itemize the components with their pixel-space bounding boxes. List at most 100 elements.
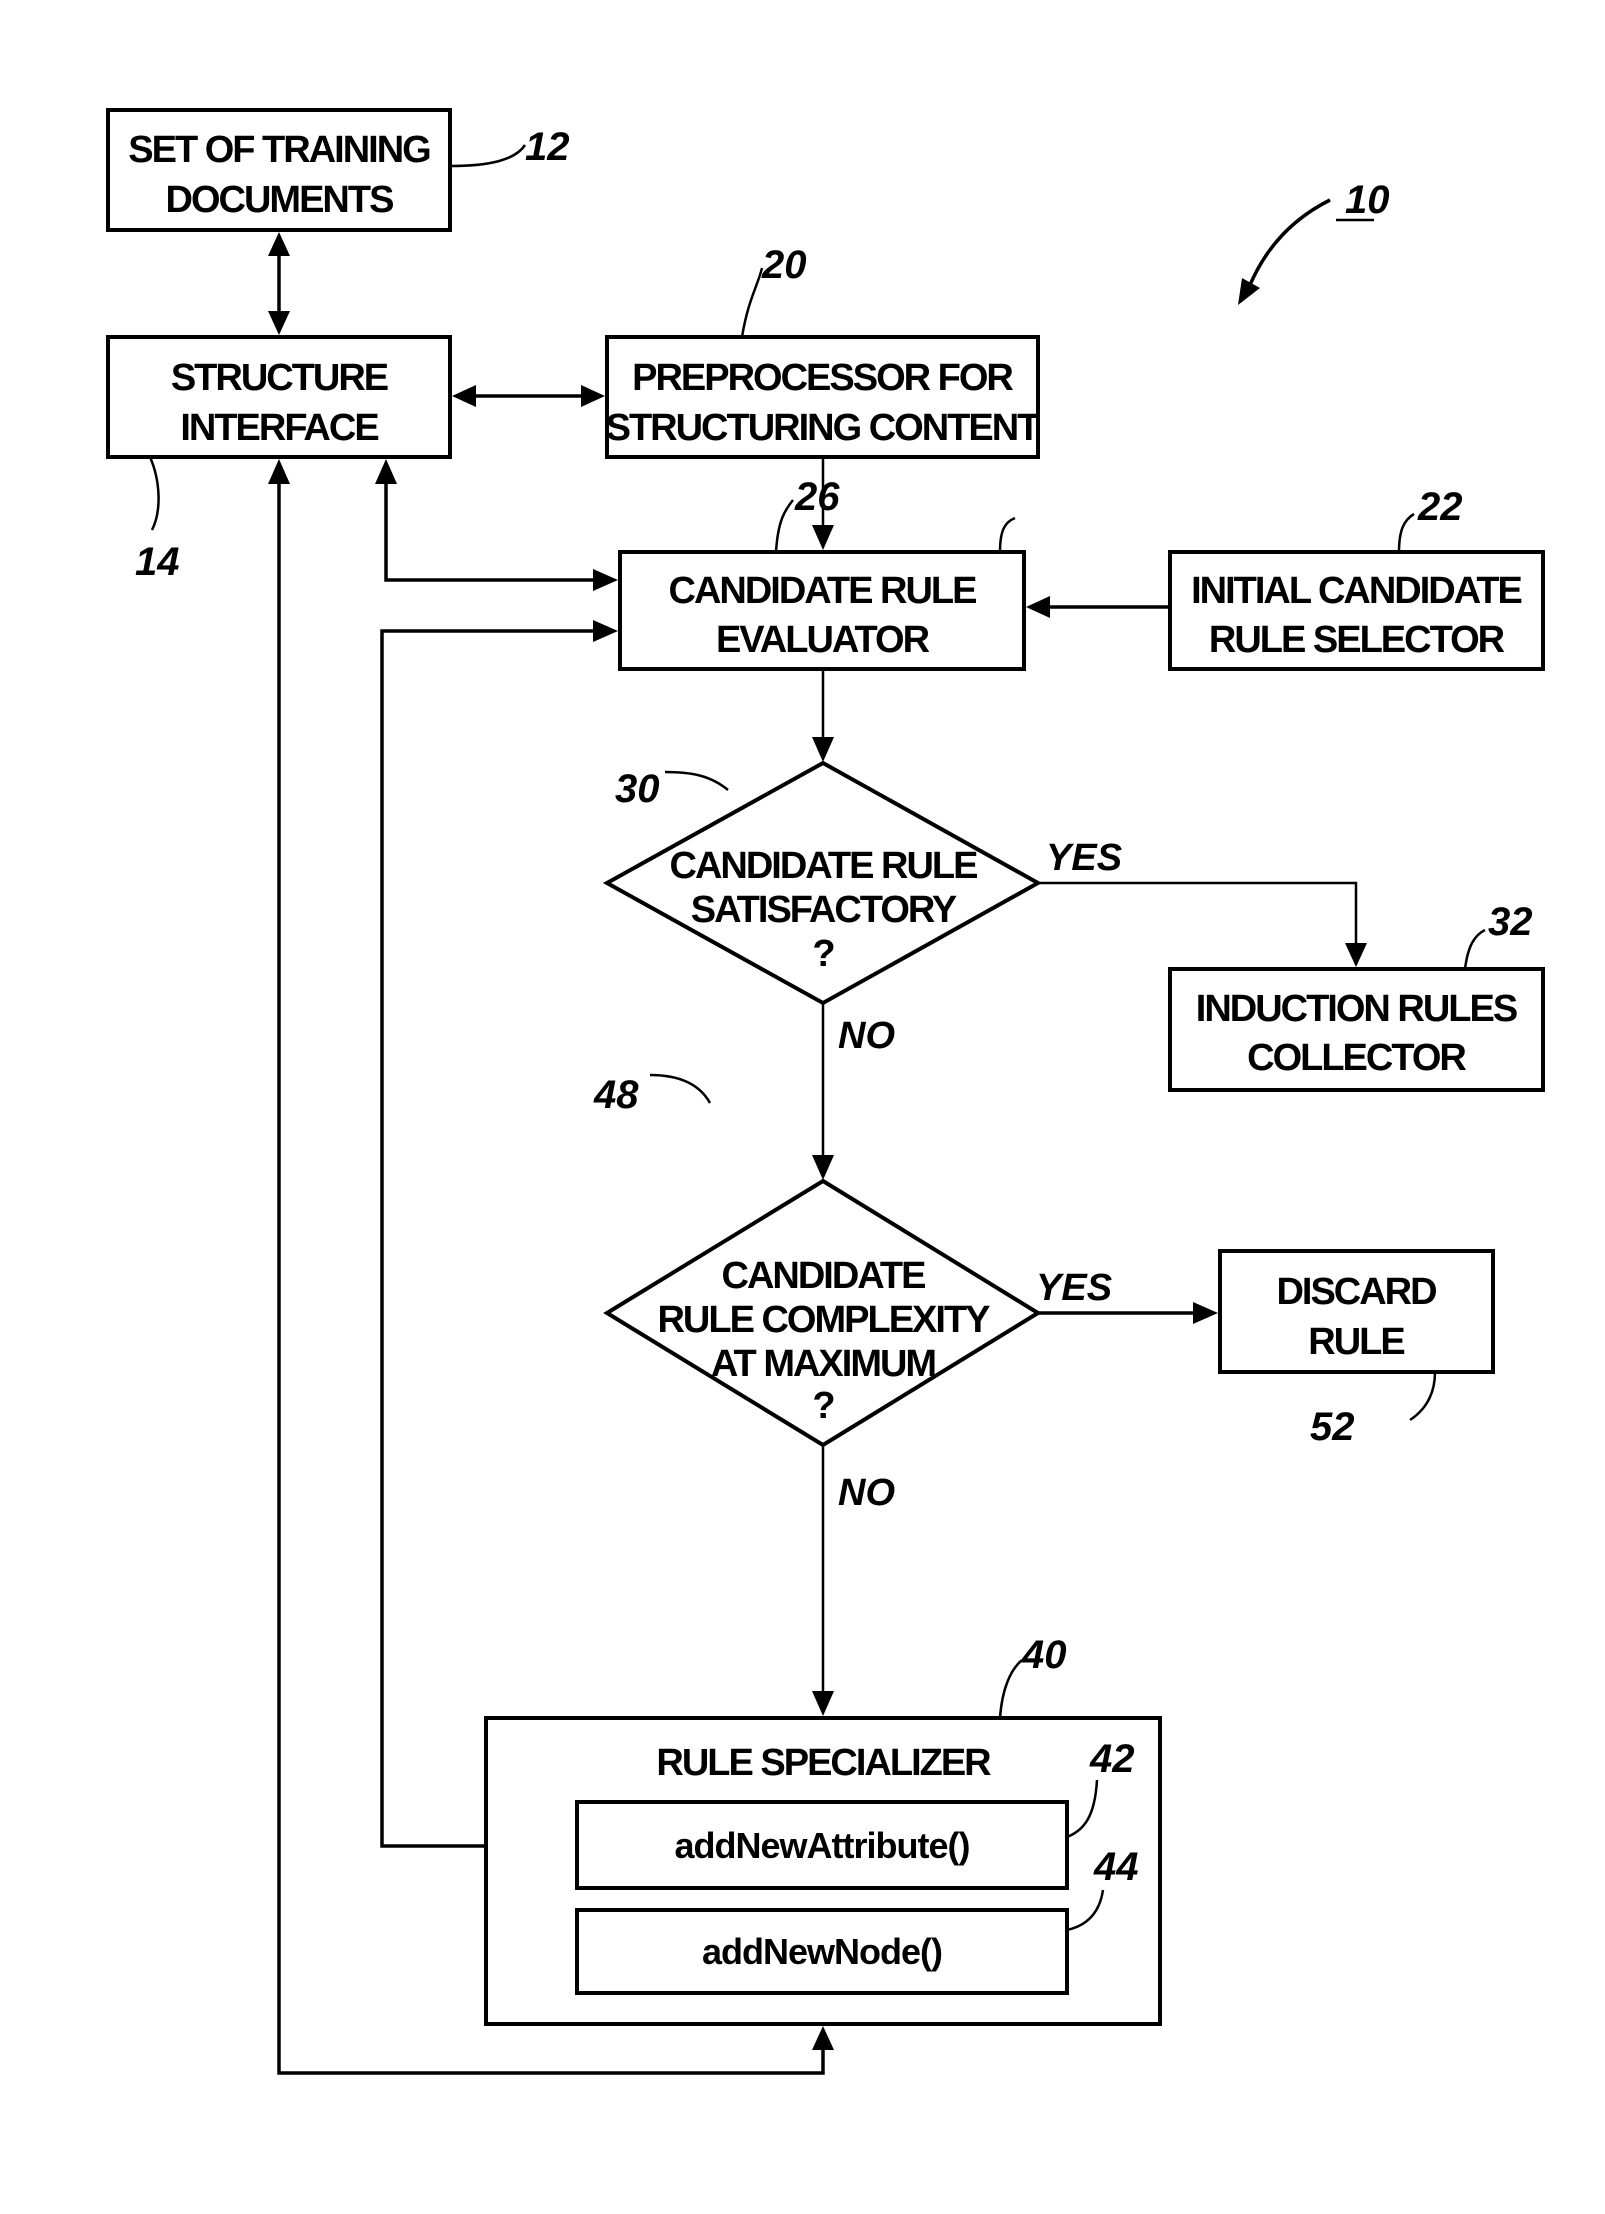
edge-satisfactory-yes	[1038, 881, 1367, 967]
training-documents-label-line1: SET OF TRAINING	[128, 129, 430, 171]
edge-structure-evaluator	[375, 459, 618, 591]
node-induction-rules-collector: INDUCTION RULES COLLECTOR	[1168, 967, 1545, 1092]
ref-number: 32	[1488, 900, 1533, 944]
ref-number: 22	[1417, 485, 1463, 529]
arrowhead	[1026, 596, 1050, 618]
ref-number: 12	[525, 125, 570, 169]
arrowhead	[452, 385, 476, 407]
satisfactory-yes-label: YES	[1046, 837, 1122, 879]
ref-12: 12	[449, 125, 570, 169]
leader-line	[1463, 928, 1486, 970]
evaluator-label-line2: EVALUATOR	[716, 619, 930, 661]
flowchart: SET OF TRAINING DOCUMENTS STRUCTURE INTE…	[106, 108, 1545, 2075]
collector-label-line2: COLLECTOR	[1247, 1037, 1466, 1079]
ref-number: 40	[1021, 1633, 1067, 1677]
ref-number: 14	[135, 540, 180, 584]
complexity-yes-label: YES	[1036, 1267, 1112, 1309]
discard-label-line1: DISCARD	[1276, 1271, 1436, 1313]
structure-interface-label-line2: INTERFACE	[180, 407, 378, 449]
ref-40: 40	[998, 1633, 1067, 1719]
edge-complexity-no	[812, 1445, 834, 1716]
satisfactory-label-line3: ?	[812, 933, 834, 975]
complexity-no-label: NO	[838, 1472, 895, 1514]
ref-48: 48	[593, 1073, 712, 1117]
initial-selector-label-line2: RULE SELECTOR	[1209, 619, 1505, 661]
arrowhead	[812, 1691, 834, 1716]
arrowhead	[581, 385, 605, 407]
arrowhead	[593, 569, 618, 591]
complexity-label-line1: CANDIDATE	[722, 1255, 926, 1297]
ref-number: 26	[794, 475, 840, 519]
rule-specializer-title: RULE SPECIALIZER	[656, 1742, 991, 1784]
arrowhead	[1193, 1302, 1218, 1324]
node-candidate-rule-evaluator: CANDIDATE RULE EVALUATOR	[618, 550, 1026, 671]
satisfactory-no-label: NO	[838, 1015, 895, 1057]
node-preprocessor: PREPROCESSOR FOR STRUCTURING CONTENT	[605, 335, 1042, 459]
leader-line	[774, 499, 794, 553]
ref-52: 52	[1310, 1371, 1437, 1449]
node-training-documents: SET OF TRAINING DOCUMENTS	[106, 108, 452, 232]
leader-line	[649, 1073, 712, 1104]
add-new-attribute-label: addNewAttribute()	[675, 1825, 970, 1866]
arrowhead	[812, 2026, 834, 2050]
ref-number: 42	[1089, 1737, 1135, 1781]
arrowhead	[268, 459, 290, 484]
satisfactory-label-line2: SATISFACTORY	[691, 889, 957, 931]
discard-label-line2: RULE	[1308, 1321, 1404, 1363]
ref-14: 14	[135, 456, 180, 584]
edge-selector-evaluator	[1026, 596, 1170, 618]
complexity-label-line2: RULE COMPLEXITY	[657, 1299, 990, 1341]
ref-number: 20	[761, 243, 807, 287]
ref-10-figure: 10	[1238, 178, 1390, 305]
ref-20: 20	[740, 243, 807, 338]
figure-ref-number: 10	[1345, 178, 1390, 222]
initial-selector-label-line1: INITIAL CANDIDATE	[1191, 570, 1521, 612]
leader-line	[1409, 1371, 1437, 1422]
leader-line	[449, 144, 527, 168]
add-new-node-label: addNewNode()	[702, 1931, 942, 1972]
structure-interface-label-line1: STRUCTURE	[171, 357, 388, 399]
satisfactory-label-line1: CANDIDATE RULE	[670, 845, 978, 887]
ref-22: 22	[998, 485, 1463, 553]
collector-label-line1: INDUCTION RULES	[1196, 988, 1517, 1030]
edge-structure-preprocessor	[452, 385, 605, 407]
node-discard-rule: DISCARD RULE	[1218, 1249, 1495, 1374]
leader-arrow	[1248, 198, 1331, 286]
ref-26: 26	[774, 475, 840, 553]
ref-number-48: 48	[593, 1073, 639, 1117]
node-satisfactory-decision: CANDIDATE RULE SATISFACTORY ?	[602, 760, 1043, 1006]
preprocessor-label-line1: PREPROCESSOR FOR	[632, 357, 1013, 399]
evaluator-label-line1: CANDIDATE RULE	[669, 570, 977, 612]
edge-satisfactory-no	[812, 1003, 834, 1180]
preprocessor-label-line2: STRUCTURING CONTENT	[606, 407, 1041, 449]
arrowhead	[812, 525, 834, 550]
edge-specializer-evaluator	[380, 620, 618, 1848]
leader-line	[998, 516, 1016, 553]
edge-evaluator-satisfactory	[812, 669, 834, 762]
arrowhead	[593, 620, 618, 642]
arrowhead	[268, 232, 290, 256]
ref-number: 52	[1310, 1405, 1355, 1449]
training-documents-label-line2: DOCUMENTS	[166, 179, 394, 221]
complexity-label-line3: AT MAXIMUM	[711, 1343, 935, 1385]
leader-line	[998, 1659, 1023, 1719]
leader-line-22	[1397, 512, 1415, 553]
leader-line	[148, 456, 160, 531]
arrowhead	[375, 459, 397, 484]
node-rule-specializer: RULE SPECIALIZER addNewAttribute() addNe…	[484, 1716, 1162, 2026]
node-initial-candidate-rule-selector: INITIAL CANDIDATE RULE SELECTOR	[1168, 550, 1545, 671]
ref-32: 32	[1463, 900, 1533, 970]
arrowhead	[1345, 943, 1367, 967]
node-complexity-decision: CANDIDATE RULE COMPLEXITY AT MAXIMUM ?	[603, 1178, 1042, 1448]
complexity-label-line4: ?	[812, 1385, 834, 1427]
arrowhead	[812, 737, 834, 762]
arrowhead	[268, 311, 290, 335]
ref-number: 44	[1093, 1845, 1139, 1889]
edge-training-structure	[268, 232, 290, 335]
arrowhead	[812, 1155, 834, 1180]
ref-number: 30	[615, 767, 660, 811]
ref-30: 30	[615, 767, 729, 811]
arrowhead	[1238, 278, 1260, 305]
node-structure-interface: STRUCTURE INTERFACE	[106, 335, 452, 459]
leader-line	[740, 267, 764, 338]
